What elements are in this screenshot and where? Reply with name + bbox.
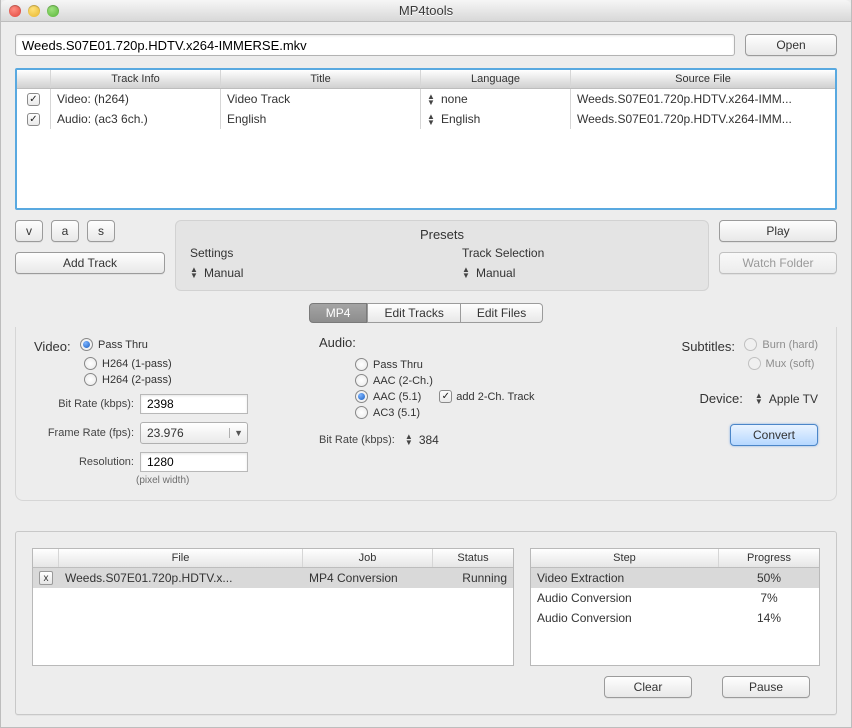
track-row[interactable]: ✓ Audio: (ac3 6ch.) English English Weed… (17, 109, 835, 129)
resolution-input[interactable] (140, 452, 248, 472)
device-popup[interactable]: Apple TV (755, 392, 818, 406)
minimize-window-icon[interactable] (28, 5, 40, 17)
resolution-hint: (pixel width) (136, 475, 289, 486)
tracks-table: Track Info Title Language Source File ✓ … (15, 68, 837, 210)
subtitles-label: Subtitles: (682, 339, 735, 354)
bitrate-label: Bit Rate (kbps): (34, 398, 134, 410)
audio-bitrate-label: Bit Rate (kbps): (319, 434, 395, 446)
source-file-input[interactable] (15, 34, 735, 56)
col-step[interactable]: Step (531, 549, 719, 567)
audio-label: Audio: (319, 335, 356, 350)
updown-icon (190, 267, 200, 279)
settings-label: Settings (190, 246, 422, 260)
step-row[interactable]: Audio Conversion 14% (531, 608, 819, 628)
jobs-table: File Job Status x Weeds.S07E01.720p.HDTV… (32, 548, 514, 666)
updown-icon (405, 434, 415, 446)
audio-pass-thru-radio[interactable] (355, 358, 368, 371)
track-info: Audio: (ac3 6ch.) (51, 109, 221, 129)
video-pass-thru-radio[interactable] (80, 338, 93, 351)
track-checkbox[interactable]: ✓ (27, 93, 40, 106)
step-row[interactable]: Audio Conversion 7% (531, 588, 819, 608)
col-title[interactable]: Title (221, 70, 421, 88)
resolution-label: Resolution: (34, 456, 134, 468)
audio-bitrate-popup[interactable]: 384 (405, 433, 439, 447)
audio-ac351-radio[interactable] (355, 406, 368, 419)
titlebar: MP4tools (1, 0, 851, 22)
col-progress[interactable]: Progress (719, 549, 819, 567)
window-controls (9, 5, 59, 17)
mp4-settings-panel: Video: Pass Thru H264 (1-pass) H264 (2-p… (15, 327, 837, 501)
audio-aac2-radio[interactable] (355, 374, 368, 387)
updown-icon (427, 94, 437, 106)
track-row[interactable]: ✓ Video: (h264) Video Track none Weeds.S… (17, 89, 835, 109)
audio-aac51-radio[interactable] (355, 390, 368, 403)
track-title: English (221, 109, 421, 129)
device-label: Device: (699, 391, 742, 406)
a-button[interactable]: a (51, 220, 79, 242)
chevron-down-icon: ▼ (229, 428, 243, 438)
updown-icon (755, 393, 765, 405)
track-source: Weeds.S07E01.720p.HDTV.x264-IMM... (571, 109, 835, 129)
video-h264-2pass-radio[interactable] (84, 373, 97, 386)
add-2ch-checkbox[interactable]: ✓ (439, 390, 452, 403)
mode-tabs: MP4 Edit Tracks Edit Files (15, 303, 837, 323)
col-source[interactable]: Source File (571, 70, 835, 88)
s-button[interactable]: s (87, 220, 115, 242)
tab-edit-files[interactable]: Edit Files (461, 303, 543, 323)
settings-popup[interactable]: Manual (190, 266, 422, 280)
steps-table: Step Progress Video Extraction 50% Audio… (530, 548, 820, 666)
convert-button[interactable]: Convert (730, 424, 818, 446)
track-source: Weeds.S07E01.720p.HDTV.x264-IMM... (571, 89, 835, 109)
pause-button[interactable]: Pause (722, 676, 810, 698)
watch-folder-button[interactable]: Watch Folder (719, 252, 837, 274)
job-row[interactable]: x Weeds.S07E01.720p.HDTV.x... MP4 Conver… (33, 568, 513, 588)
cancel-job-icon[interactable]: x (39, 571, 53, 585)
close-window-icon[interactable] (9, 5, 21, 17)
col-job[interactable]: Job (303, 549, 433, 567)
jobs-panel: File Job Status x Weeds.S07E01.720p.HDTV… (15, 531, 837, 715)
subtitles-burn-radio (744, 338, 757, 351)
tab-edit-tracks[interactable]: Edit Tracks (367, 303, 460, 323)
v-button[interactable]: v (15, 220, 43, 242)
track-lang[interactable]: English (421, 109, 571, 129)
framerate-label: Frame Rate (fps): (34, 427, 134, 439)
zoom-window-icon[interactable] (47, 5, 59, 17)
updown-icon (462, 267, 472, 279)
add-track-button[interactable]: Add Track (15, 252, 165, 274)
video-label: Video: (34, 339, 71, 354)
col-file[interactable]: File (59, 549, 303, 567)
framerate-combo[interactable]: 23.976 ▼ (140, 422, 248, 444)
col-language[interactable]: Language (421, 70, 571, 88)
play-button[interactable]: Play (719, 220, 837, 242)
track-selection-popup[interactable]: Manual (462, 266, 694, 280)
clear-button[interactable]: Clear (604, 676, 692, 698)
step-row[interactable]: Video Extraction 50% (531, 568, 819, 588)
updown-icon (427, 114, 437, 126)
subtitles-mux-radio (748, 357, 761, 370)
video-h264-1pass-radio[interactable] (84, 357, 97, 370)
track-info: Video: (h264) (51, 89, 221, 109)
track-lang[interactable]: none (421, 89, 571, 109)
track-checkbox[interactable]: ✓ (27, 113, 40, 126)
col-status[interactable]: Status (433, 549, 513, 567)
presets-title: Presets (190, 227, 694, 242)
track-title: Video Track (221, 89, 421, 109)
presets-panel: Presets Settings Manual Track Selection … (175, 220, 709, 291)
window-title: MP4tools (1, 3, 851, 18)
app-window: MP4tools Open Track Info Title Language … (0, 0, 852, 728)
col-track-info[interactable]: Track Info (51, 70, 221, 88)
track-selection-label: Track Selection (462, 246, 694, 260)
tab-mp4[interactable]: MP4 (309, 303, 368, 323)
video-bitrate-input[interactable] (140, 394, 248, 414)
open-button[interactable]: Open (745, 34, 837, 56)
